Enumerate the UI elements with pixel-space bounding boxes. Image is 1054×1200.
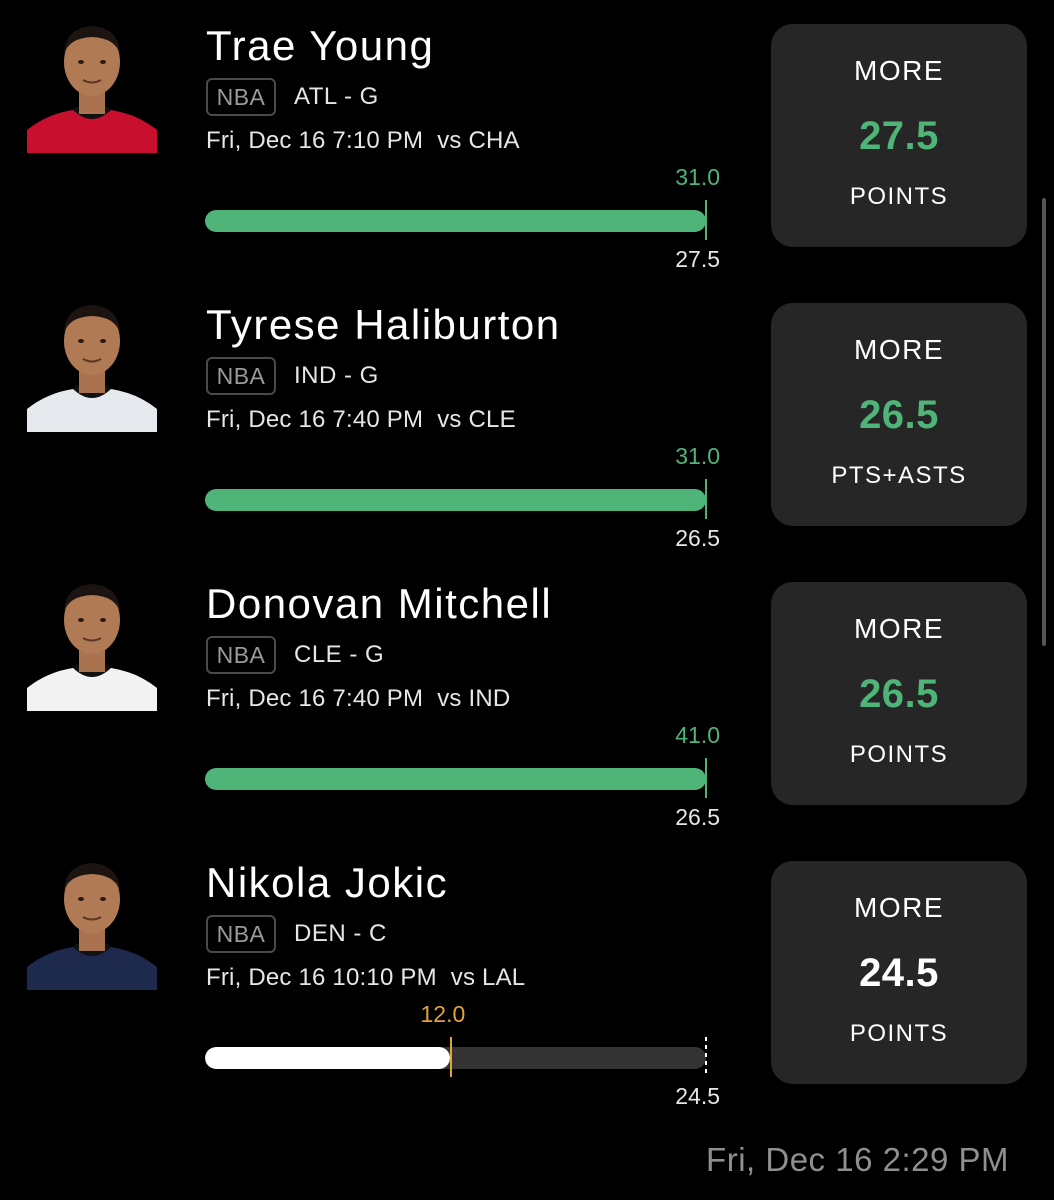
- pick-card[interactable]: MORE 27.5 POINTS: [771, 24, 1027, 247]
- game-time: Fri, Dec 16 7:40 PM: [206, 685, 424, 712]
- target-line: [705, 1037, 707, 1077]
- league-badge: NBA: [206, 636, 276, 674]
- pick-line: 24.5: [859, 951, 939, 995]
- opponent: vs CHA: [437, 127, 520, 154]
- actual-stat-value: 31.0: [675, 443, 720, 469]
- pick-direction: MORE: [854, 334, 944, 365]
- progress-fill: [205, 1047, 451, 1069]
- screenshot-timestamp: Fri, Dec 16 2:29 PM: [706, 1141, 1009, 1178]
- team-position: ATL - G: [294, 83, 379, 110]
- pick-stat-type: POINTS: [849, 1020, 949, 1047]
- team-position: CLE - G: [294, 641, 385, 668]
- player-headshot-icon: [27, 289, 157, 432]
- pick-line: 26.5: [859, 393, 939, 437]
- game-info: Fri, Dec 16 7:10 PM vs CHA: [206, 124, 520, 158]
- player-headshot-icon: [27, 847, 157, 990]
- actual-stat-value: 12.0: [420, 1001, 466, 1027]
- game-time: Fri, Dec 16 10:10 PM: [206, 964, 437, 991]
- target-value: 26.5: [675, 804, 720, 830]
- opponent: vs IND: [437, 685, 511, 712]
- player-name[interactable]: Donovan Mitchell: [206, 580, 552, 628]
- progress-fill: [205, 768, 706, 790]
- player-headshot-icon: [27, 10, 157, 153]
- scrollbar[interactable]: [1042, 198, 1046, 646]
- progress-track: [205, 210, 706, 232]
- pick-card[interactable]: MORE 24.5 POINTS: [771, 861, 1027, 1084]
- player-name[interactable]: Trae Young: [206, 22, 434, 70]
- pick-stat-type: POINTS: [849, 741, 949, 768]
- pick-row[interactable]: Tyrese Haliburton NBA IND - G Fri, Dec 1…: [0, 279, 1054, 558]
- pick-stat-type: PTS+ASTS: [831, 462, 967, 489]
- pick-row[interactable]: Trae Young NBA ATL - G Fri, Dec 16 7:10 …: [0, 0, 1054, 279]
- game-info: Fri, Dec 16 7:40 PM vs CLE: [206, 403, 516, 437]
- progress-marker: [450, 1037, 453, 1077]
- game-info: Fri, Dec 16 10:10 PM vs LAL: [206, 961, 525, 995]
- league-badge: NBA: [206, 78, 276, 116]
- actual-stat-value: 41.0: [675, 722, 720, 748]
- target-value: 26.5: [675, 525, 720, 551]
- progress-track: [205, 768, 706, 790]
- progress-fill: [205, 489, 706, 511]
- team-position: IND - G: [294, 362, 379, 389]
- opponent: vs LAL: [450, 964, 526, 991]
- player-name[interactable]: Tyrese Haliburton: [206, 301, 561, 349]
- target-line: [705, 758, 707, 798]
- target-value: 24.5: [675, 1083, 720, 1109]
- progress-track: [205, 489, 706, 511]
- pick-row[interactable]: Nikola Jokic NBA DEN - C Fri, Dec 16 10:…: [0, 837, 1054, 1116]
- pick-direction: MORE: [854, 613, 944, 644]
- progress-track: [205, 1047, 706, 1069]
- pick-row[interactable]: Donovan Mitchell NBA CLE - G Fri, Dec 16…: [0, 558, 1054, 837]
- league-badge: NBA: [206, 915, 276, 953]
- target-line: [705, 479, 707, 519]
- opponent: vs CLE: [437, 406, 516, 433]
- target-value: 27.5: [675, 246, 720, 272]
- pick-direction: MORE: [854, 55, 944, 86]
- progress-fill: [205, 210, 706, 232]
- game-time: Fri, Dec 16 7:10 PM: [206, 127, 424, 154]
- pick-line: 26.5: [859, 672, 939, 716]
- pick-stat-type: POINTS: [849, 183, 949, 210]
- pick-line: 27.5: [859, 114, 939, 158]
- team-position: DEN - C: [294, 920, 387, 947]
- game-info: Fri, Dec 16 7:40 PM vs IND: [206, 682, 510, 716]
- player-name[interactable]: Nikola Jokic: [206, 859, 448, 907]
- pick-card[interactable]: MORE 26.5 POINTS: [771, 582, 1027, 805]
- pick-direction: MORE: [854, 892, 944, 923]
- game-time: Fri, Dec 16 7:40 PM: [206, 406, 424, 433]
- pick-card[interactable]: MORE 26.5 PTS+ASTS: [771, 303, 1027, 526]
- actual-stat-value: 31.0: [675, 164, 720, 190]
- league-badge: NBA: [206, 357, 276, 395]
- target-line: [705, 200, 707, 240]
- player-headshot-icon: [27, 568, 157, 711]
